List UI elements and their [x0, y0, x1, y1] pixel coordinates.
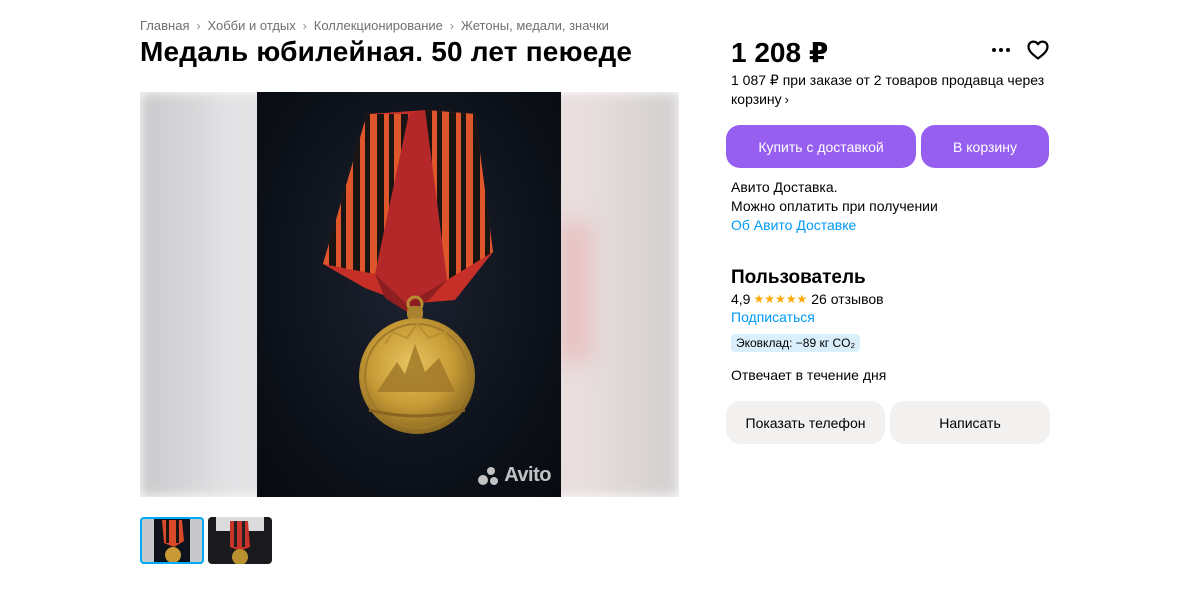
- rating-value: 4,9: [731, 291, 751, 307]
- seller-rating[interactable]: 4,9 ★★★★★ 26 отзывов: [731, 291, 884, 307]
- star-rating-icon: ★★★★★: [753, 292, 808, 306]
- medal-illustration: [323, 110, 493, 434]
- breadcrumb-hobby[interactable]: Хобби и отдых: [207, 18, 295, 33]
- subscribe-link[interactable]: Подписаться: [731, 309, 815, 325]
- breadcrumb-home[interactable]: Главная: [140, 18, 189, 33]
- response-time: Отвечает в течение дня: [731, 367, 887, 383]
- eco-contribution-badge[interactable]: Эковклад: −89 кг CO₂: [731, 334, 861, 352]
- delivery-line-2: Можно оплатить при получении: [731, 198, 938, 214]
- thumbnail-1[interactable]: [140, 517, 204, 564]
- chevron-right-icon: ›: [784, 92, 790, 107]
- price: 1 208 ₽: [731, 37, 829, 68]
- chevron-right-icon: ›: [196, 18, 201, 33]
- buy-with-delivery-button[interactable]: Купить с доставкой: [726, 125, 916, 168]
- main-image-gallery[interactable]: Avito: [140, 92, 679, 497]
- gallery-blur-accent: [560, 222, 590, 362]
- watermark-text: Avito: [504, 464, 551, 486]
- breadcrumb-collecting[interactable]: Коллекционирование: [314, 18, 443, 33]
- price-note-text: 1 087 ₽ при заказе от 2 товаров продавца…: [731, 72, 1045, 107]
- chevron-right-icon: ›: [302, 18, 307, 33]
- chevron-right-icon: ›: [449, 18, 454, 33]
- add-to-cart-button[interactable]: В корзину: [921, 125, 1049, 168]
- reviews-count: 26 отзывов: [811, 291, 884, 307]
- breadcrumb: Главная › Хобби и отдых › Коллекциониров…: [140, 18, 609, 33]
- main-photo: Avito: [257, 92, 561, 497]
- page-title: Медаль юбилейная. 50 лет пеюеде: [140, 36, 633, 67]
- delivery-line-1: Авито Доставка.: [731, 179, 838, 195]
- avito-watermark: Avito: [478, 464, 551, 487]
- thumbnail-2-image: [208, 517, 272, 564]
- breadcrumb-medals[interactable]: Жетоны, медали, значки: [461, 18, 609, 33]
- price-note[interactable]: 1 087 ₽ при заказе от 2 товаров продавца…: [731, 71, 1051, 109]
- thumbnail-1-image: [140, 517, 204, 564]
- delivery-info: Авито Доставка. Можно оплатить при получ…: [731, 178, 938, 235]
- write-message-button[interactable]: Написать: [890, 401, 1050, 444]
- show-phone-button[interactable]: Показать телефон: [726, 401, 885, 444]
- avito-logo-icon: [478, 466, 500, 486]
- delivery-info-link[interactable]: Об Авито Доставке: [731, 216, 938, 235]
- favorite-heart-icon[interactable]: [1026, 38, 1050, 62]
- seller-name[interactable]: Пользователь: [731, 267, 866, 289]
- thumbnail-strip: [140, 517, 272, 564]
- thumbnail-2[interactable]: [208, 517, 272, 564]
- more-options-icon[interactable]: [990, 40, 1012, 60]
